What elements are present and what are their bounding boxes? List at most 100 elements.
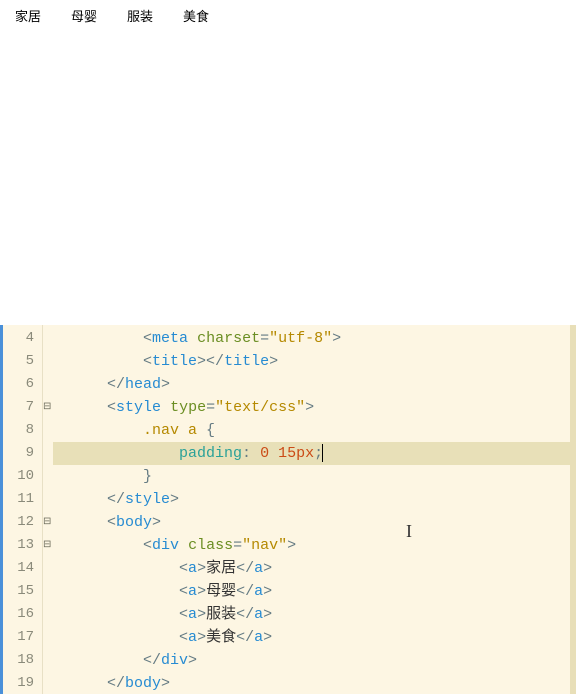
token-punct: > — [269, 353, 278, 370]
fold-marker — [43, 373, 53, 396]
token-text: 美食 — [206, 629, 236, 646]
line-number: 15 — [3, 580, 42, 603]
token-punct: > — [197, 629, 206, 646]
line-number: 7 — [3, 396, 42, 419]
token-tag: meta — [152, 330, 188, 347]
token-punct: > — [161, 376, 170, 393]
token-num: 15px — [278, 445, 314, 462]
nav-link-baby[interactable]: 母婴 — [56, 6, 112, 25]
fold-marker — [43, 649, 53, 672]
token-attr: class — [188, 537, 233, 554]
token-punct: } — [143, 468, 152, 485]
code-line[interactable]: <a>家居</a> — [53, 557, 576, 580]
token-tag: a — [254, 629, 263, 646]
code-editor[interactable]: 45678910111213141516171819 ⊟⊟⊟ <meta cha… — [0, 325, 576, 694]
fold-marker[interactable]: ⊟ — [43, 534, 53, 557]
token-punct: > — [305, 399, 314, 416]
token-punct: </ — [107, 491, 125, 508]
line-number: 19 — [3, 672, 42, 694]
code-line[interactable]: <a>美食</a> — [53, 626, 576, 649]
token-str: "text/css" — [215, 399, 305, 416]
token-punct: > — [287, 537, 296, 554]
nav-link-clothing[interactable]: 服装 — [112, 6, 168, 25]
nav-link-home[interactable]: 家居 — [0, 6, 56, 25]
fold-marker[interactable]: ⊟ — [43, 396, 53, 419]
token-punct: </ — [236, 606, 254, 623]
code-line[interactable]: <body> — [53, 511, 576, 534]
token-text: 服装 — [206, 606, 236, 623]
code-line[interactable]: } — [53, 465, 576, 488]
fold-marker — [43, 327, 53, 350]
token-tag: a — [188, 629, 197, 646]
token-punct: > — [263, 606, 272, 623]
token-tag: head — [125, 376, 161, 393]
line-number: 13 — [3, 534, 42, 557]
token-punct: > — [152, 514, 161, 531]
line-number: 14 — [3, 557, 42, 580]
code-line[interactable]: <a>母婴</a> — [53, 580, 576, 603]
token-attr: charset — [197, 330, 260, 347]
line-number: 11 — [3, 488, 42, 511]
fold-marker[interactable]: ⊟ — [43, 511, 53, 534]
token-punct: > — [332, 330, 341, 347]
token-tag: body — [116, 514, 152, 531]
nav-link-food[interactable]: 美食 — [168, 6, 224, 25]
line-number: 17 — [3, 626, 42, 649]
token-tag: title — [224, 353, 269, 370]
code-line[interactable]: <a>服装</a> — [53, 603, 576, 626]
line-number: 18 — [3, 649, 42, 672]
line-number: 4 — [3, 327, 42, 350]
nav-bar: 家居母婴服装美食 — [0, 6, 576, 26]
token-sel: .nav a — [143, 422, 206, 439]
fold-marker — [43, 672, 53, 694]
code-line[interactable]: </style> — [53, 488, 576, 511]
token-punct: > — [197, 560, 206, 577]
token-punct: : — [242, 445, 260, 462]
fold-marker — [43, 626, 53, 649]
token-text — [161, 399, 170, 416]
fold-marker — [43, 603, 53, 626]
code-line[interactable]: </head> — [53, 373, 576, 396]
fold-marker — [43, 350, 53, 373]
token-str: "nav" — [242, 537, 287, 554]
token-tag: a — [254, 583, 263, 600]
token-str: "utf-8" — [269, 330, 332, 347]
code-line[interactable]: </body> — [53, 672, 576, 694]
token-tag: a — [188, 560, 197, 577]
code-line[interactable]: padding: 0 15px; — [53, 442, 576, 465]
token-tag: div — [161, 652, 188, 669]
token-punct: = — [206, 399, 215, 416]
token-punct: = — [260, 330, 269, 347]
code-line[interactable]: .nav a { — [53, 419, 576, 442]
code-area[interactable]: <meta charset="utf-8"> <title></title> <… — [53, 325, 576, 694]
text-caret — [322, 444, 323, 462]
token-punct: </ — [107, 675, 125, 692]
code-line[interactable]: </div> — [53, 649, 576, 672]
line-number: 16 — [3, 603, 42, 626]
line-number-gutter: 45678910111213141516171819 — [3, 325, 43, 694]
token-tag: title — [152, 353, 197, 370]
line-number: 9 — [3, 442, 42, 465]
line-number: 5 — [3, 350, 42, 373]
code-line[interactable]: <style type="text/css"> — [53, 396, 576, 419]
code-line[interactable]: <div class="nav"> — [53, 534, 576, 557]
token-punct: </ — [236, 583, 254, 600]
fold-marker — [43, 419, 53, 442]
token-text — [179, 537, 188, 554]
scrollbar-track[interactable] — [570, 325, 576, 694]
token-tag: a — [254, 560, 263, 577]
token-punct: { — [206, 422, 215, 439]
token-tag: style — [125, 491, 170, 508]
token-tag: a — [254, 606, 263, 623]
token-punct: </ — [236, 560, 254, 577]
token-text: 母婴 — [206, 583, 236, 600]
token-punct: < — [107, 514, 116, 531]
token-punct: ></ — [197, 353, 224, 370]
line-number: 6 — [3, 373, 42, 396]
token-punct: > — [197, 606, 206, 623]
token-punct: < — [179, 583, 188, 600]
code-line[interactable]: <title></title> — [53, 350, 576, 373]
token-punct: > — [263, 629, 272, 646]
code-line[interactable]: <meta charset="utf-8"> — [53, 327, 576, 350]
token-prop: padding — [179, 445, 242, 462]
